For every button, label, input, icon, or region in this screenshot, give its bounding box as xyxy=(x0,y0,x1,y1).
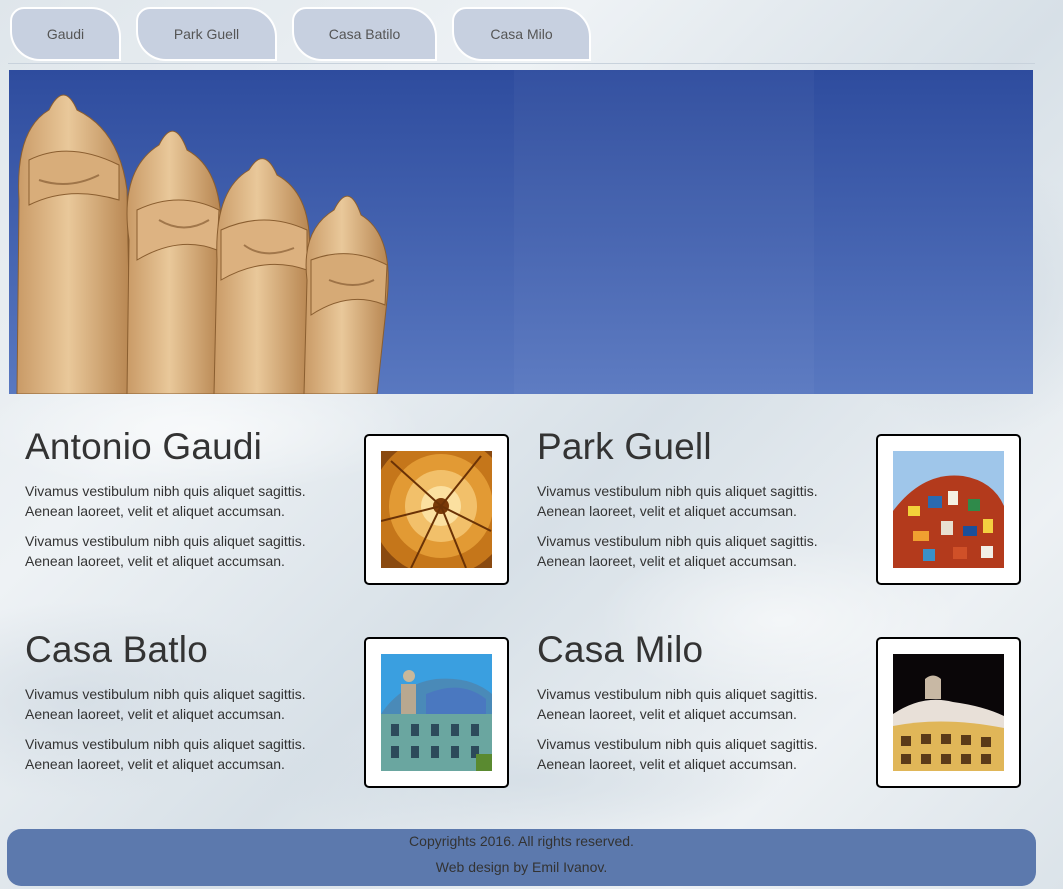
section-title: Casa Milo xyxy=(537,629,704,670)
hero-chimneys-image xyxy=(9,70,1033,394)
hero-banner xyxy=(9,70,1033,394)
tab-label: Park Guell xyxy=(173,26,240,42)
tab-casa-batilo[interactable]: Casa Batilo xyxy=(292,7,437,61)
section-title: Casa Batlo xyxy=(25,629,208,670)
casa-mila-image xyxy=(893,654,1004,771)
tab-gaudi[interactable]: Gaudi xyxy=(10,7,121,61)
section-paragraph: Vivamus vestibulum nibh quis aliquet sag… xyxy=(537,483,818,519)
tab-label: Gaudi xyxy=(46,26,85,42)
mosaic-image xyxy=(893,451,1004,568)
thumbnail-casa-batllo[interactable] xyxy=(364,637,509,788)
footer-copyright: Copyrights 2016. All rights reserved. xyxy=(409,833,634,849)
section-paragraph: Vivamus vestibulum nibh quis aliquet sag… xyxy=(25,736,306,772)
thumbnail-staircase[interactable] xyxy=(364,434,509,585)
staircase-image xyxy=(381,451,492,568)
tab-park-guell[interactable]: Park Guell xyxy=(136,7,277,61)
section-paragraph: Vivamus vestibulum nibh quis aliquet sag… xyxy=(25,483,306,519)
tab-label: Casa Milo xyxy=(490,26,553,42)
casa-batllo-image xyxy=(381,654,492,771)
section-paragraph: Vivamus vestibulum nibh quis aliquet sag… xyxy=(537,533,818,569)
thumbnail-casa-mila[interactable] xyxy=(876,637,1021,788)
tab-label: Casa Batilo xyxy=(328,26,401,42)
nav-divider xyxy=(8,63,1035,64)
footer: Copyrights 2016. All rights reserved. We… xyxy=(7,829,1036,886)
tab-casa-milo[interactable]: Casa Milo xyxy=(452,7,591,61)
section-paragraph: Vivamus vestibulum nibh quis aliquet sag… xyxy=(537,686,818,722)
section-paragraph: Vivamus vestibulum nibh quis aliquet sag… xyxy=(537,736,818,772)
thumbnail-mosaic[interactable] xyxy=(876,434,1021,585)
section-paragraph: Vivamus vestibulum nibh quis aliquet sag… xyxy=(25,533,306,569)
footer-credit: Web design by Emil Ivanov. xyxy=(435,859,608,875)
section-title: Antonio Gaudi xyxy=(25,426,263,467)
section-title: Park Guell xyxy=(537,426,712,467)
section-paragraph: Vivamus vestibulum nibh quis aliquet sag… xyxy=(25,686,306,722)
